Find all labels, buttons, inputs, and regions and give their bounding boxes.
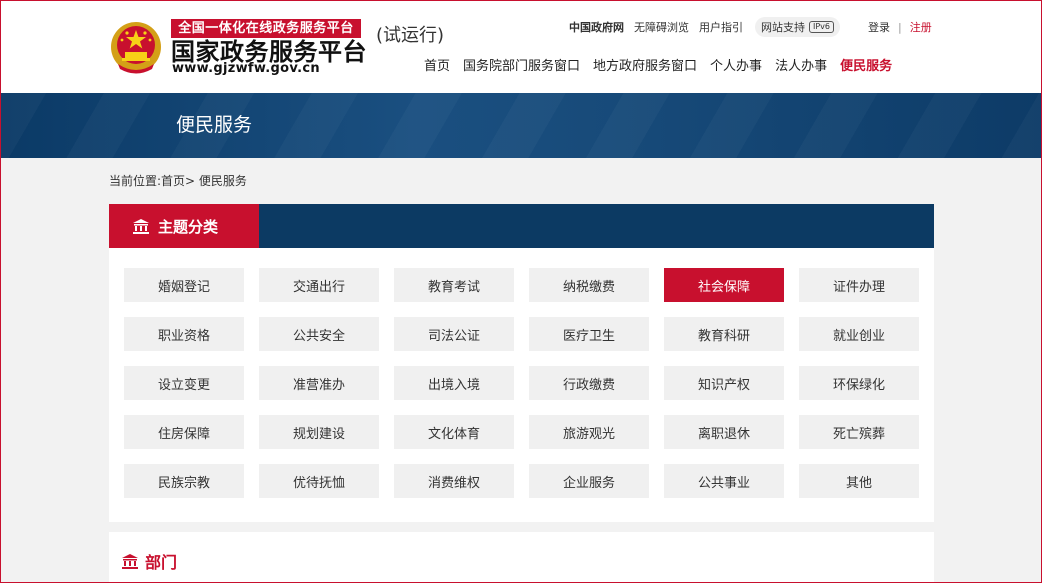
breadcrumb-home[interactable]: 首页>: [161, 174, 195, 188]
topic-item[interactable]: 出境入境: [394, 366, 514, 400]
nav-personal[interactable]: 个人办事: [710, 55, 762, 74]
trial-label: (试运行): [376, 25, 445, 46]
hero-banner: 便民服务: [0, 93, 1042, 158]
building-icon: [122, 553, 138, 569]
hero-title: 便民服务: [176, 114, 253, 136]
topic-item[interactable]: 纳税缴费: [529, 268, 649, 302]
topic-panel-header: 主题分类: [109, 204, 934, 248]
topic-item[interactable]: 民族宗教: [124, 464, 244, 498]
topic-grid: 婚姻登记 交通出行 教育考试 纳税缴费 社会保障 证件办理职业资格 公共安全 司法公证 医疗卫生…: [124, 268, 919, 498]
topic-item[interactable]: 优待抚恤: [259, 464, 379, 498]
topic-item[interactable]: 公共事业: [664, 464, 784, 498]
topic-item[interactable]: 环保绿化: [799, 366, 919, 400]
topic-tab[interactable]: 主题分类: [109, 204, 259, 248]
topic-item[interactable]: 社会保障: [664, 268, 784, 302]
topic-item[interactable]: 死亡殡葬: [799, 415, 919, 449]
national-emblem-icon: [111, 22, 161, 74]
login-link[interactable]: 登录: [868, 19, 890, 35]
topic-item[interactable]: 司法公证: [394, 317, 514, 351]
nav-local-gov[interactable]: 地方政府服务窗口: [593, 55, 697, 74]
platform-url: www.gjzwfw.gov.cn: [172, 61, 320, 76]
platform-banner: 全国一体化在线政务服务平台: [171, 19, 361, 38]
topic-panel: 主题分类 婚姻登记 交通出行 教育考试 纳税缴费 社会保障 证件办理职业资格 公共安全 司法公…: [109, 204, 934, 522]
breadcrumb: 当前位置:首页> 便民服务: [109, 173, 247, 189]
topic-item[interactable]: 婚姻登记: [124, 268, 244, 302]
topic-item[interactable]: 规划建设: [259, 415, 379, 449]
register-link[interactable]: 注册: [910, 19, 932, 35]
nav-corporate[interactable]: 法人办事: [775, 55, 827, 74]
accessible-link[interactable]: 无障碍浏览: [634, 19, 689, 35]
utility-bar: 中国政府网 无障碍浏览 用户指引 网站支持 IPv6: [569, 17, 841, 37]
topic-item[interactable]: 离职退休: [664, 415, 784, 449]
user-guide-link[interactable]: 用户指引: [699, 19, 743, 35]
topic-item[interactable]: 行政缴费: [529, 366, 649, 400]
gov-link[interactable]: 中国政府网: [569, 19, 624, 35]
breadcrumb-current: 便民服务: [195, 174, 247, 188]
dept-heading: 部门: [145, 553, 178, 572]
topic-item[interactable]: 消费维权: [394, 464, 514, 498]
breadcrumb-label: 当前位置:: [109, 174, 162, 188]
topic-item[interactable]: 旅游观光: [529, 415, 649, 449]
nav-home[interactable]: 首页: [424, 55, 450, 74]
topic-item[interactable]: 知识产权: [664, 366, 784, 400]
dept-title[interactable]: 部门: [122, 549, 177, 573]
topic-item[interactable]: 教育考试: [394, 268, 514, 302]
topic-item[interactable]: 设立变更: [124, 366, 244, 400]
dept-section: 部门: [109, 532, 934, 583]
hero-pattern: [0, 93, 1042, 158]
topic-item[interactable]: 就业创业: [799, 317, 919, 351]
topic-item[interactable]: 公共安全: [259, 317, 379, 351]
ipv6-badge: IPv6: [809, 21, 835, 33]
topic-heading: 主题分类: [158, 217, 219, 236]
auth-separator: |: [898, 20, 902, 34]
site-header: 全国一体化在线政务服务平台 国家政务服务平台 www.gjzwfw.gov.cn…: [0, 0, 1042, 93]
main-nav: 首页 国务院部门服务窗口 地方政府服务窗口 个人办事 法人办事 便民服务: [424, 54, 892, 74]
topic-item[interactable]: 职业资格: [124, 317, 244, 351]
nav-convenience[interactable]: 便民服务: [840, 55, 892, 74]
topic-item[interactable]: 交通出行: [259, 268, 379, 302]
topic-item[interactable]: 教育科研: [664, 317, 784, 351]
topic-item[interactable]: 准营准办: [259, 366, 379, 400]
nav-state-council[interactable]: 国务院部门服务窗口: [463, 55, 580, 74]
auth-links: 登录 | 注册: [868, 18, 932, 36]
topic-item[interactable]: 企业服务: [529, 464, 649, 498]
topic-item[interactable]: 医疗卫生: [529, 317, 649, 351]
topic-item[interactable]: 住房保障: [124, 415, 244, 449]
topic-item[interactable]: 证件办理: [799, 268, 919, 302]
topic-item[interactable]: 文化体育: [394, 415, 514, 449]
building-icon: [133, 218, 149, 234]
site-support-chip[interactable]: 网站支持 IPv6: [755, 17, 841, 37]
site-support-label: 网站支持: [761, 21, 805, 34]
topic-item[interactable]: 其他: [799, 464, 919, 498]
